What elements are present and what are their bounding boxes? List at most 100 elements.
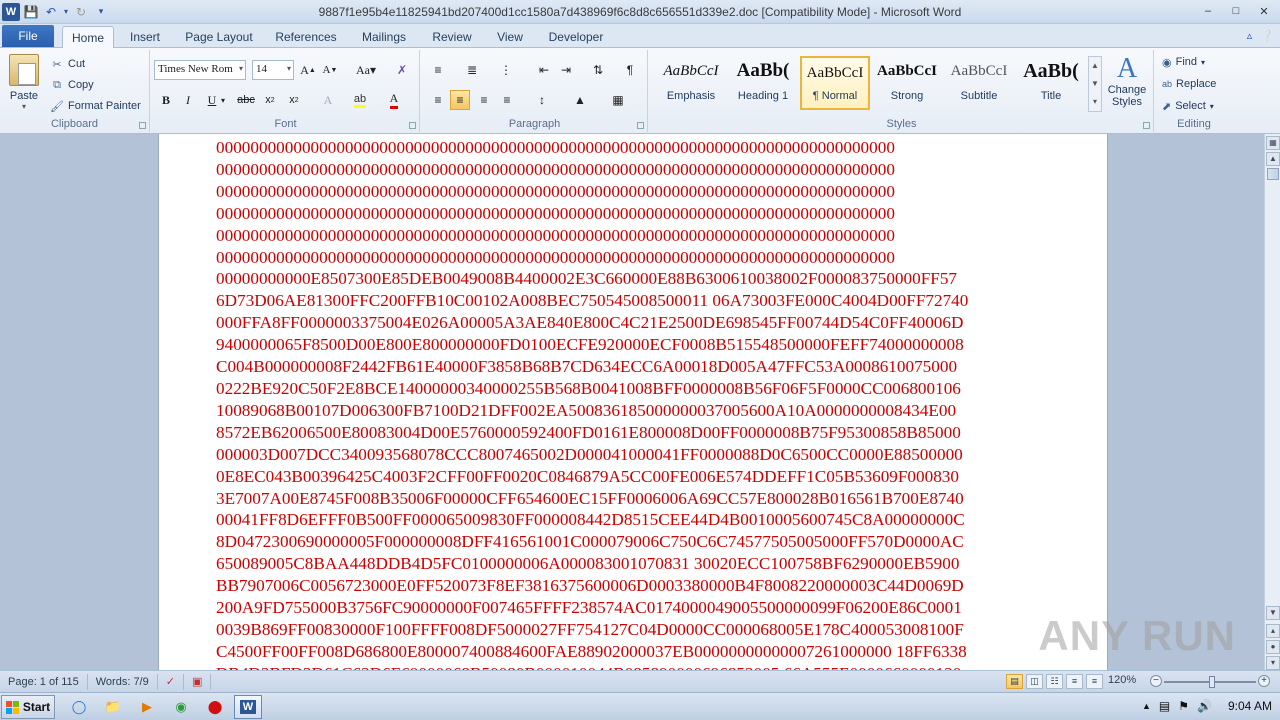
font-size-combo[interactable]: 14 ▾ bbox=[252, 60, 294, 80]
clear-formatting-icon[interactable]: ✗ bbox=[392, 60, 412, 80]
cut-button[interactable]: ✂ Cut bbox=[50, 54, 85, 74]
word-count[interactable]: Words: 7/9 bbox=[88, 673, 158, 690]
document-body-text[interactable]: 0000000000000000000000000000000000000000… bbox=[216, 137, 1056, 670]
styles-gallery-scroll[interactable]: ▲ ▼ ▾ bbox=[1088, 56, 1102, 112]
next-page-icon[interactable]: ▾ bbox=[1266, 656, 1280, 670]
document-line[interactable]: 00041FF8D6EFFF0B500FF000065009830FF00000… bbox=[216, 509, 1056, 531]
clipboard-dialog-launcher[interactable] bbox=[139, 122, 146, 129]
subscript-icon[interactable]: x2 bbox=[260, 90, 280, 110]
flag-icon[interactable]: ⚑ bbox=[1178, 699, 1189, 713]
italic-icon[interactable]: I bbox=[178, 90, 198, 110]
tab-review[interactable]: Review bbox=[428, 26, 476, 48]
tray-chevron-icon[interactable]: ▲ bbox=[1142, 701, 1151, 711]
chrome-icon[interactable]: ◉ bbox=[170, 697, 192, 717]
document-line[interactable]: 0000000000000000000000000000000000000000… bbox=[216, 247, 1056, 269]
zoom-in-icon[interactable]: + bbox=[1258, 675, 1270, 687]
document-line[interactable]: 0000000000000000000000000000000000000000… bbox=[216, 225, 1056, 247]
font-size-dropdown-icon[interactable]: ▾ bbox=[287, 64, 291, 73]
web-layout-icon[interactable]: ☷ bbox=[1046, 674, 1063, 689]
document-line[interactable]: 0039B869FF00830000F100FFFF008DF5000027FF… bbox=[216, 619, 1056, 641]
superscript-icon[interactable]: x2 bbox=[284, 90, 304, 110]
macro-recording-icon[interactable]: ▣ bbox=[184, 673, 212, 690]
change-case-icon[interactable]: Aa▾ bbox=[352, 60, 380, 80]
document-line[interactable]: 0000000000000000000000000000000000000000… bbox=[216, 203, 1056, 225]
document-line[interactable]: 0000000000000000000000000000000000000000… bbox=[216, 137, 1056, 159]
document-line[interactable]: 10089068B00107D006300FB7100D21DFF002EA50… bbox=[216, 400, 1056, 422]
internet-explorer-icon[interactable]: ◯ bbox=[68, 697, 90, 717]
select-browse-object-icon[interactable]: ● bbox=[1266, 640, 1280, 654]
style-strong[interactable]: AaBbCcI Strong bbox=[872, 56, 942, 110]
strikethrough-icon[interactable]: abc bbox=[236, 90, 256, 110]
document-page[interactable]: 0000000000000000000000000000000000000000… bbox=[158, 134, 1108, 670]
document-line[interactable]: BB7907006C0056723000E0FF520073F8EF381637… bbox=[216, 575, 1056, 597]
sort-icon[interactable]: ⇅ bbox=[588, 60, 608, 80]
font-color-icon[interactable]: A bbox=[384, 90, 404, 110]
style-heading-1[interactable]: AaBb( Heading 1 bbox=[728, 56, 798, 110]
highlight-icon[interactable]: ab bbox=[350, 90, 370, 110]
tab-page-layout[interactable]: Page Layout bbox=[182, 26, 256, 48]
copy-button[interactable]: ⧉ Copy bbox=[50, 75, 94, 95]
document-line[interactable]: 8D0472300690000005F000000008DFF416561001… bbox=[216, 531, 1056, 553]
scroll-up-icon[interactable]: ▲ bbox=[1266, 152, 1280, 166]
align-left-icon[interactable]: ≡ bbox=[428, 90, 448, 110]
paste-button[interactable]: Paste ▾ bbox=[6, 54, 42, 112]
minimize-ribbon-icon[interactable]: ▵ bbox=[1247, 29, 1253, 42]
paragraph-dialog-launcher[interactable] bbox=[637, 122, 644, 129]
increase-indent-icon[interactable]: ⇥ bbox=[556, 60, 576, 80]
tab-file[interactable]: File bbox=[2, 25, 54, 47]
document-line[interactable]: 3E7007A00E8745F008B35006F00000CFF654600E… bbox=[216, 488, 1056, 510]
text-effects-icon[interactable]: A bbox=[318, 90, 338, 110]
document-line[interactable]: 0000000000000000000000000000000000000000… bbox=[216, 159, 1056, 181]
font-name-combo[interactable]: Times New Rom ▾ bbox=[154, 60, 246, 80]
font-dialog-launcher[interactable] bbox=[409, 122, 416, 129]
show-formatting-marks-icon[interactable]: ¶ bbox=[620, 60, 640, 80]
volume-icon[interactable]: 🔊 bbox=[1197, 699, 1212, 713]
print-layout-icon[interactable]: ▤ bbox=[1006, 674, 1023, 689]
paste-dropdown-icon[interactable]: ▾ bbox=[6, 102, 42, 111]
page-count[interactable]: Page: 1 of 115 bbox=[0, 673, 88, 690]
close-button[interactable]: ✕ bbox=[1252, 2, 1276, 20]
document-line[interactable]: 8572EB62006500E80083004D00E5760000592400… bbox=[216, 422, 1056, 444]
select-dropdown-icon[interactable]: ▾ bbox=[1210, 102, 1214, 111]
zoom-level[interactable]: 120% bbox=[1108, 674, 1136, 686]
tab-developer[interactable]: Developer bbox=[544, 26, 608, 48]
underline-dropdown-icon[interactable]: ▾ bbox=[218, 90, 228, 110]
tab-view[interactable]: View bbox=[492, 26, 528, 48]
tab-references[interactable]: References bbox=[270, 26, 342, 48]
document-line[interactable]: 0E8EC043B00396425C4003F2CFF00FF0020C0846… bbox=[216, 466, 1056, 488]
style-normal[interactable]: AaBbCcI ¶ Normal bbox=[800, 56, 870, 110]
document-line[interactable]: 0222BE920C50F2E8BCE14000000340000255B568… bbox=[216, 378, 1056, 400]
document-line[interactable]: 00000000000E8507300E85DEB0049008B4400002… bbox=[216, 268, 1056, 290]
numbering-icon[interactable]: ≣ bbox=[462, 60, 482, 80]
shrink-font-icon[interactable]: A ▼ bbox=[320, 60, 340, 80]
tab-insert[interactable]: Insert bbox=[124, 26, 166, 48]
borders-icon[interactable]: ▦ bbox=[608, 90, 628, 110]
align-right-icon[interactable]: ≡ bbox=[474, 90, 494, 110]
replace-button[interactable]: ab Replace bbox=[1162, 74, 1216, 94]
zoom-knob[interactable] bbox=[1209, 676, 1216, 688]
previous-page-icon[interactable]: ▴ bbox=[1266, 624, 1280, 638]
vertical-scrollbar[interactable]: ▦ ▲ ▼ ▴ ● ▾ bbox=[1264, 134, 1280, 670]
document-line[interactable]: C004B000000008F2442FB61E40000F3858B68B7C… bbox=[216, 356, 1056, 378]
full-screen-reading-icon[interactable]: ◫ bbox=[1026, 674, 1043, 689]
document-line[interactable]: 200A9FD755000B3756FC90000000F007465FFFF2… bbox=[216, 597, 1056, 619]
draft-icon[interactable]: ≡ bbox=[1086, 674, 1103, 689]
document-line[interactable]: C4500FF00FF008D686800E800007400884600FAE… bbox=[216, 641, 1056, 663]
document-line[interactable]: 650089005C8BAA448DDB4D5FC0100000006A0000… bbox=[216, 553, 1056, 575]
start-button[interactable]: Start bbox=[1, 695, 55, 719]
media-player-icon[interactable]: ▶ bbox=[136, 697, 158, 717]
find-dropdown-icon[interactable]: ▾ bbox=[1201, 58, 1205, 67]
style-subtitle[interactable]: AaBbCcI Subtitle bbox=[944, 56, 1014, 110]
opera-icon[interactable]: ⬤ bbox=[204, 697, 226, 717]
maximize-button[interactable]: □ bbox=[1224, 2, 1248, 20]
line-spacing-icon[interactable]: ↕ bbox=[532, 90, 552, 110]
zoom-slider[interactable]: − + bbox=[1150, 675, 1272, 688]
shading-icon[interactable]: ▲ bbox=[570, 90, 590, 110]
select-button[interactable]: ⬈ Select ▾ bbox=[1162, 96, 1214, 116]
help-icon[interactable]: ❔ bbox=[1260, 29, 1274, 42]
word-taskbar-button[interactable]: W bbox=[234, 695, 262, 719]
styles-dialog-launcher[interactable] bbox=[1143, 122, 1150, 129]
grow-font-icon[interactable]: A ▲ bbox=[298, 60, 318, 80]
document-line[interactable]: 9400000065F8500D00E800E800000000FD0100EC… bbox=[216, 334, 1056, 356]
outline-icon[interactable]: ≡ bbox=[1066, 674, 1083, 689]
